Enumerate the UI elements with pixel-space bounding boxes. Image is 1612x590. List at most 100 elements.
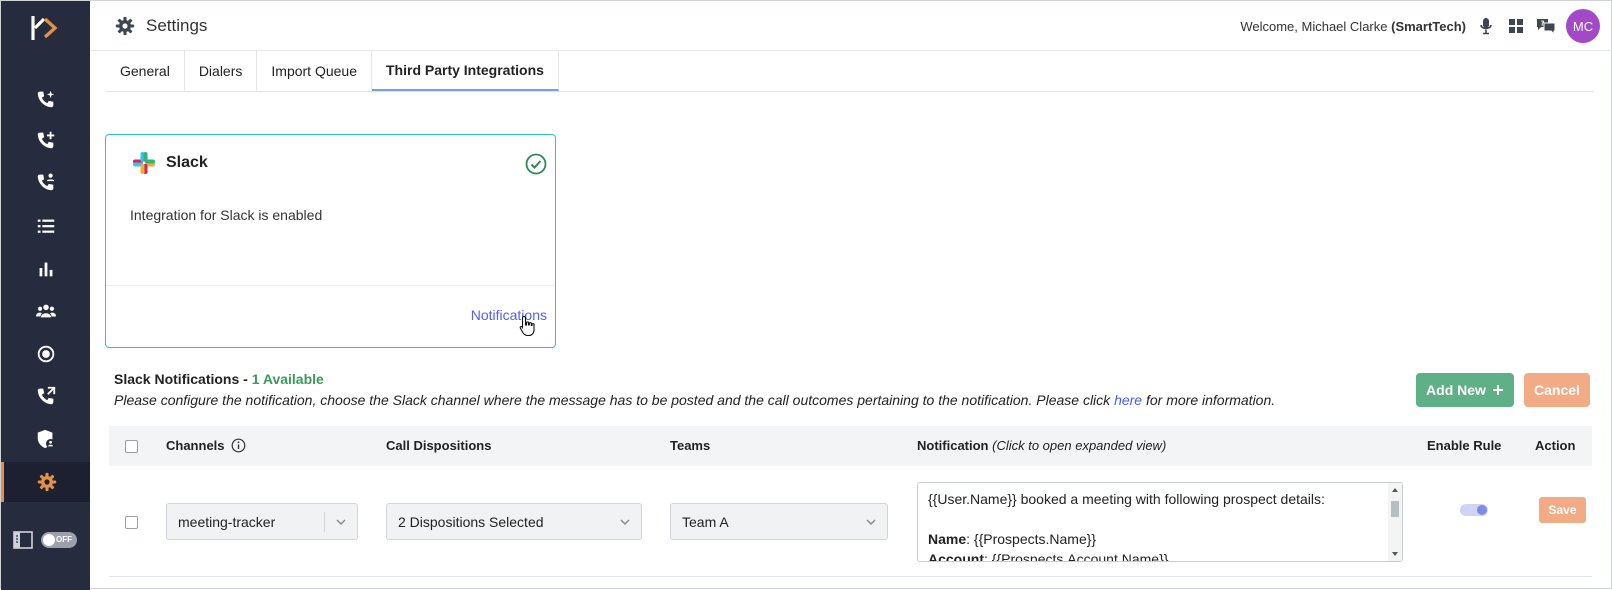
page-title-wrap: Settings <box>114 15 207 37</box>
phone-transfer-icon <box>37 386 55 405</box>
list-icon <box>37 219 54 233</box>
shield-user-icon <box>37 429 55 449</box>
sidebar-item-security[interactable] <box>1 419 90 459</box>
chevron-down-icon <box>620 519 630 525</box>
enable-rule-toggle[interactable] <box>1460 504 1488 516</box>
add-new-button[interactable]: Add New <box>1416 373 1514 407</box>
save-button[interactable]: Save <box>1539 497 1586 523</box>
notification-blank-line <box>928 509 1392 529</box>
settings-gear-icon <box>115 16 135 36</box>
sidebar-item-lists[interactable] <box>1 206 90 246</box>
description-text-end: for more information. <box>1145 392 1276 408</box>
sidebar-item-new-call[interactable] <box>1 120 90 160</box>
sidebar-item-team-calls[interactable] <box>1 162 90 202</box>
notification-line: {{User.Name}} booked a meeting with foll… <box>928 491 1325 507</box>
th-teams: Teams <box>670 438 711 453</box>
phone-sparkle-icon <box>37 90 54 108</box>
hand-cursor-icon <box>519 315 535 337</box>
integration-status: Integration for Slack is enabled <box>130 207 323 223</box>
account-label: Account <box>928 551 984 562</box>
scroll-down-icon[interactable] <box>1388 548 1402 560</box>
team-value: Team A <box>682 513 729 530</box>
add-new-label: Add New <box>1426 382 1486 398</box>
chevron-down-icon <box>336 519 346 525</box>
status-toggle[interactable]: OFF <box>41 532 77 548</box>
row-checkbox[interactable] <box>125 516 138 529</box>
th-enable-rule: Enable Rule <box>1427 438 1502 453</box>
tab-import-queue[interactable]: Import Queue <box>257 51 372 91</box>
welcome-company: (SmartTech) <box>1391 18 1466 34</box>
notifications-description: Please configure the notification, choos… <box>114 392 1275 408</box>
tab-third-party-integrations[interactable]: Third Party Integrations <box>372 51 559 91</box>
tab-general[interactable]: General <box>106 51 185 91</box>
name-value: : {{Prospects.Name}} <box>966 531 1097 547</box>
notification-textarea[interactable]: {{User.Name}} booked a meeting with foll… <box>917 482 1403 562</box>
notification-content: {{User.Name}} booked a meeting with foll… <box>918 483 1402 562</box>
sidebar-item-reports[interactable] <box>1 249 90 289</box>
app-window: OFF Settings Welcome, Michael Clarke (Sm… <box>0 0 1612 590</box>
dispositions-select[interactable]: 2 Dispositions Selected <box>386 503 642 540</box>
notifications-title-text: Slack Notifications - <box>114 371 248 387</box>
avatar[interactable]: MC <box>1566 9 1600 43</box>
chat-icon[interactable]: ? <box>1536 16 1556 36</box>
settings-tabs: General Dialers Import Queue Third Party… <box>106 51 1594 92</box>
apps-grid-icon[interactable] <box>1506 16 1526 36</box>
th-notification-hint: (Click to open expanded view) <box>992 438 1167 453</box>
th-notification-label: Notification <box>917 438 989 453</box>
chevron-down-icon <box>866 519 876 525</box>
welcome-text: Welcome, Michael Clarke (SmartTech) <box>1240 19 1466 34</box>
integration-name: Slack <box>166 154 208 171</box>
notifications-title: Slack Notifications - 1 Available <box>114 371 324 387</box>
available-count: 1 Available <box>251 371 324 387</box>
plus-icon <box>1492 385 1503 395</box>
sidebar-item-call-routing[interactable] <box>1 376 90 416</box>
channel-select[interactable]: meeting-tracker <box>166 503 358 540</box>
panel-icon <box>13 531 33 549</box>
scroll-up-icon[interactable] <box>1388 484 1402 496</box>
welcome-user: Welcome, Michael Clarke <box>1240 18 1388 34</box>
here-link[interactable]: here <box>1114 392 1142 408</box>
slack-integration-card[interactable]: Slack Integration for Slack is enabled N… <box>105 134 556 348</box>
app-logo[interactable] <box>29 13 63 43</box>
sidebar-item-settings[interactable] <box>1 462 90 502</box>
team-select[interactable]: Team A <box>670 503 888 540</box>
table-header: Channels Call Dispositions Teams Notific… <box>109 426 1592 466</box>
top-header: Settings Welcome, Michael Clarke (SmartT… <box>90 1 1612 51</box>
description-text: Please configure the notification, choos… <box>114 392 1111 408</box>
sidebar-toggle-row: OFF <box>13 531 77 549</box>
header-right: Welcome, Michael Clarke (SmartTech) ? MC <box>1240 9 1600 43</box>
status-toggle-knob <box>43 534 55 546</box>
sidebar-item-recordings[interactable] <box>1 334 90 374</box>
phone-people-icon <box>37 173 54 191</box>
gear-icon <box>37 472 57 492</box>
status-toggle-label: OFF <box>56 535 72 544</box>
th-action: Action <box>1535 438 1576 453</box>
sidebar-item-dialer[interactable] <box>1 79 90 119</box>
cancel-button[interactable]: Cancel <box>1524 373 1590 407</box>
th-channels-label: Channels <box>166 438 225 453</box>
select-all-checkbox[interactable] <box>125 440 138 453</box>
sidebar-item-users[interactable] <box>1 291 90 331</box>
dispositions-value: 2 Dispositions Selected <box>398 513 544 530</box>
channel-value: meeting-tracker <box>178 513 276 530</box>
check-circle-icon <box>525 153 547 175</box>
scroll-thumb[interactable] <box>1391 501 1399 517</box>
svg-text:?: ? <box>1541 20 1545 28</box>
info-icon[interactable] <box>231 438 246 453</box>
microphone-icon[interactable] <box>1476 16 1496 36</box>
notification-name-line: Name: {{Prospects.Name}} <box>928 529 1392 549</box>
page-title: Settings <box>146 16 208 35</box>
record-icon <box>37 345 54 363</box>
card-header: Slack <box>130 149 208 177</box>
toggle-knob <box>1477 505 1487 515</box>
textarea-scrollbar[interactable] <box>1388 483 1402 561</box>
th-notification: Notification (Click to open expanded vie… <box>917 438 1166 453</box>
name-label: Name <box>928 531 967 547</box>
slack-logo-icon <box>133 152 155 174</box>
th-call-dispositions: Call Dispositions <box>386 438 492 453</box>
account-value: : {{Prospects.Account.Name}} <box>984 551 1169 562</box>
th-channels: Channels <box>166 438 246 453</box>
tab-dialers[interactable]: Dialers <box>185 51 258 91</box>
notification-account-line: Account: {{Prospects.Account.Name}} <box>928 549 1392 562</box>
sidebar: OFF <box>1 1 90 590</box>
